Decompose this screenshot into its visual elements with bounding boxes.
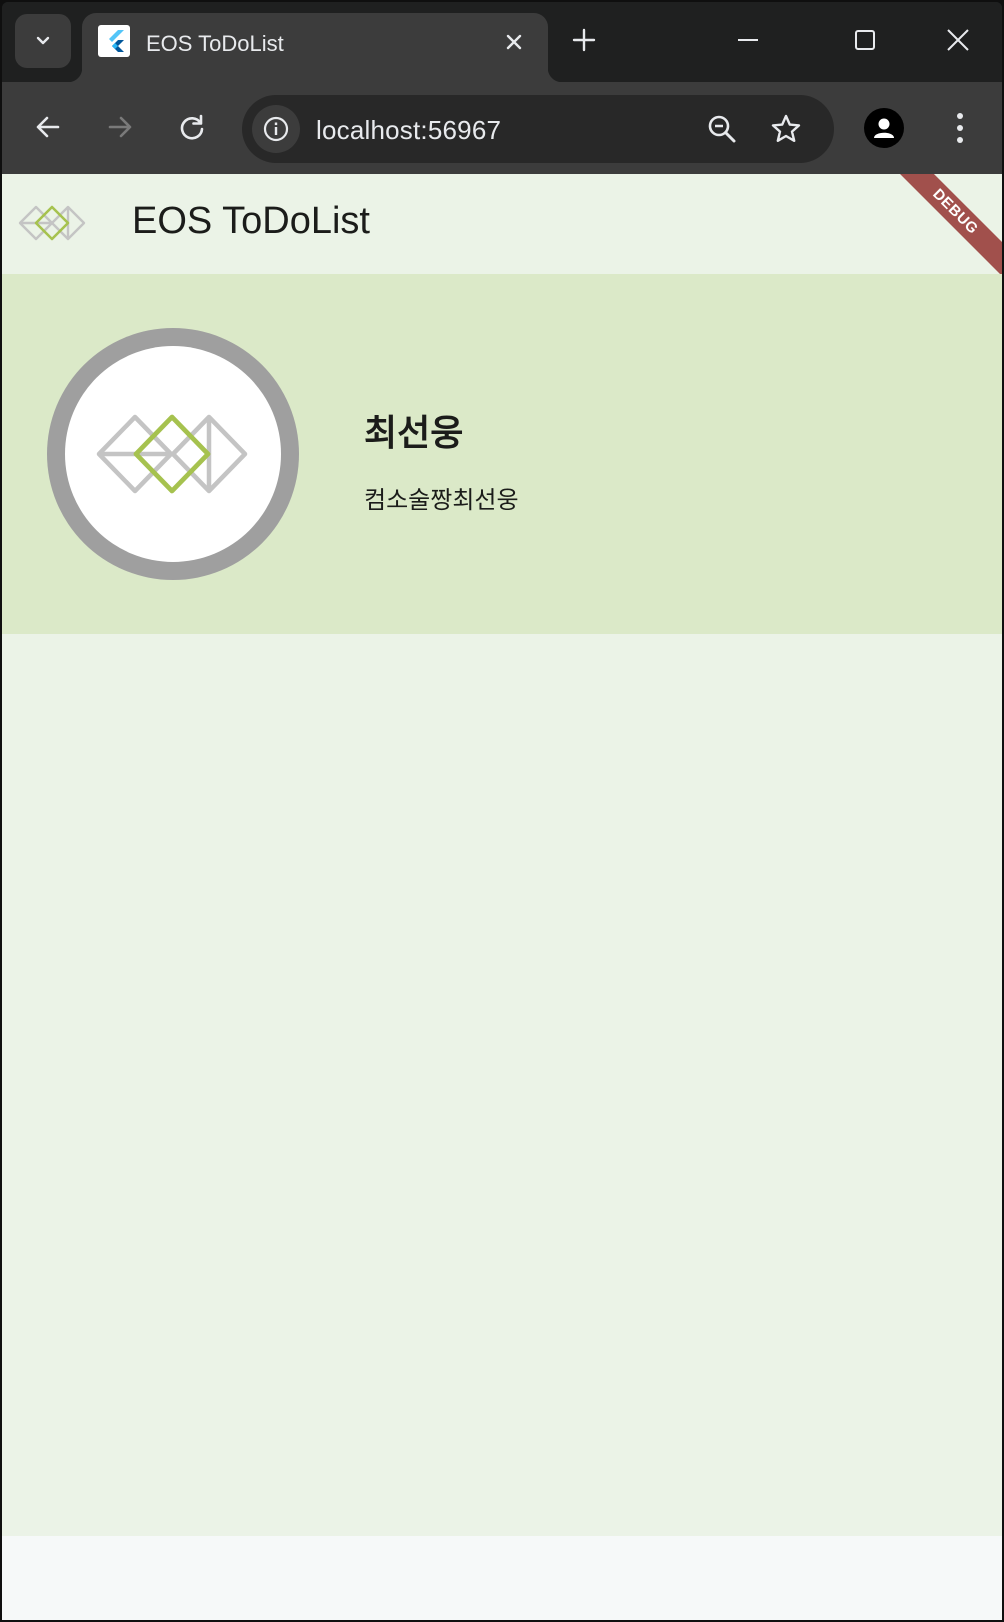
- eos-logo-icon: [96, 414, 248, 494]
- browser-window: EOS ToDoList localhost:56967 EOS ToDoLis…: [2, 2, 1002, 1620]
- tab-strip: EOS ToDoList: [2, 2, 1002, 82]
- info-icon: [263, 116, 289, 142]
- arrow-left-icon: [36, 116, 60, 138]
- url-text: localhost:56967: [316, 115, 502, 145]
- maximize-button[interactable]: [845, 20, 885, 60]
- browser-toolbar: localhost:56967: [2, 82, 1002, 174]
- minimize-icon: [738, 39, 758, 41]
- new-tab-button[interactable]: [568, 24, 600, 56]
- back-button[interactable]: [26, 105, 70, 149]
- tab-search-button[interactable]: [15, 14, 71, 68]
- content-area: [2, 634, 1002, 1536]
- bookmark-button[interactable]: [766, 109, 806, 149]
- site-info-button[interactable]: [252, 105, 300, 153]
- zoom-button[interactable]: [702, 109, 742, 149]
- forward-button[interactable]: [98, 105, 142, 149]
- maximize-icon: [855, 30, 875, 50]
- eos-logo-icon: [16, 204, 90, 249]
- app-title: EOS ToDoList: [132, 200, 370, 242]
- app-bar: EOS ToDoList DEBUG: [2, 174, 1002, 295]
- active-tab[interactable]: EOS ToDoList: [68, 13, 562, 82]
- close-icon: [947, 29, 969, 51]
- profile-name: 최선웅: [364, 412, 464, 453]
- address-bar[interactable]: localhost:56967: [242, 95, 834, 163]
- app-viewport: EOS ToDoList DEBUG 최선웅 컴소술짱최선웅: [2, 174, 1002, 1620]
- flutter-icon: [98, 25, 130, 57]
- avatar-inner: [65, 346, 281, 562]
- plus-icon: [572, 28, 596, 52]
- minimize-button[interactable]: [728, 20, 768, 60]
- zoom-out-icon: [708, 115, 736, 143]
- star-icon: [771, 114, 801, 142]
- profile-subtitle: 컴소술짱최선웅: [364, 487, 519, 514]
- profile-header: 최선웅 컴소술짱최선웅: [2, 274, 1002, 634]
- chevron-down-icon: [36, 36, 50, 45]
- tab-close-button[interactable]: [500, 28, 528, 56]
- close-icon: [506, 34, 522, 50]
- avatar: [47, 328, 299, 580]
- person-icon: [874, 118, 894, 138]
- more-vert-icon: [957, 113, 963, 143]
- bottom-area: [2, 1536, 1002, 1620]
- browser-menu-button[interactable]: [940, 106, 980, 150]
- close-window-button[interactable]: [938, 20, 978, 60]
- reload-icon: [180, 114, 204, 140]
- tab-title: EOS ToDoList: [146, 31, 284, 56]
- profile-button[interactable]: [864, 108, 904, 148]
- reload-button[interactable]: [170, 105, 214, 149]
- arrow-right-icon: [108, 116, 132, 138]
